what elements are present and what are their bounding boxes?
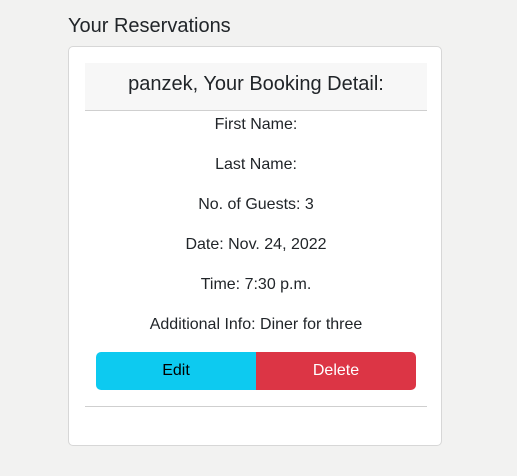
reservation-actions: Edit Delete [96, 352, 416, 390]
guests-detail: No. of Guests: 3 [198, 196, 314, 213]
booking-detail-header: panzek, Your Booking Detail: [85, 63, 427, 111]
first-name-detail: First Name: [214, 116, 298, 133]
reservations-page: Your Reservations panzek, Your Booking D… [0, 0, 517, 476]
page-title: Your Reservations [68, 15, 231, 37]
card-divider [85, 406, 427, 407]
delete-button[interactable]: Delete [256, 352, 416, 390]
edit-button[interactable]: Edit [96, 352, 256, 390]
additional-info-detail: Additional Info: Diner for three [149, 316, 363, 333]
date-detail: Date: Nov. 24, 2022 [185, 236, 327, 253]
last-name-detail: Last Name: [215, 156, 297, 173]
reservation-card: panzek, Your Booking Detail: First Name:… [68, 46, 442, 446]
time-detail: Time: 7:30 p.m. [200, 276, 312, 293]
